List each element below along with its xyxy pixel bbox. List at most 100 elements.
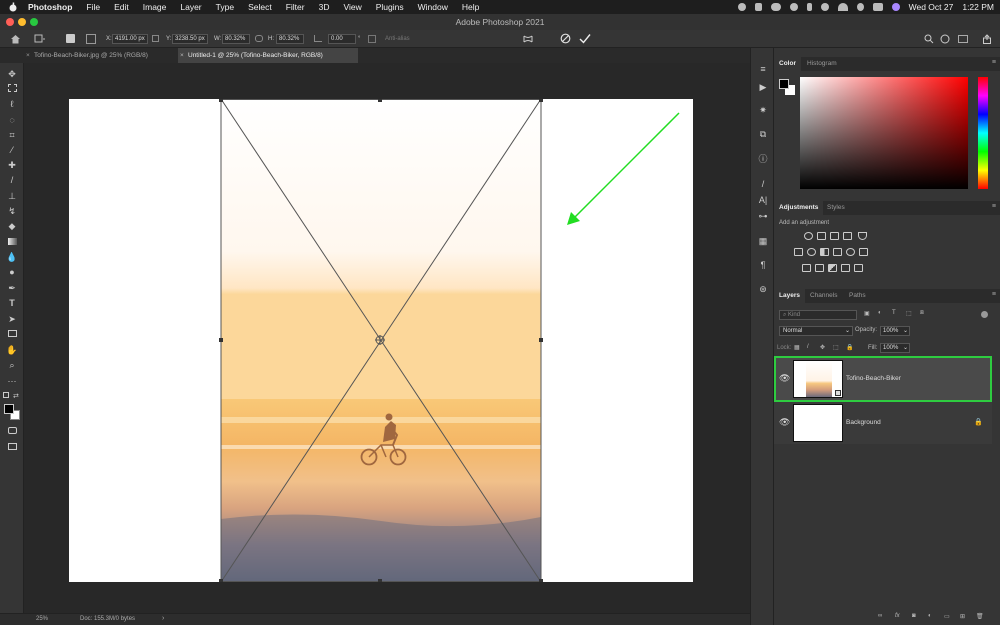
character-icon[interactable]: A| xyxy=(757,194,769,206)
new-layer-icon[interactable]: ⊞ xyxy=(960,613,965,620)
tab-layers[interactable]: Layers xyxy=(774,289,805,303)
properties-icon[interactable]: ≡ xyxy=(757,63,769,75)
lock-position-icon[interactable]: ✥ xyxy=(820,344,825,351)
move-tool-preset-icon[interactable] xyxy=(34,34,46,44)
curves-icon[interactable] xyxy=(830,232,839,240)
healing-brush-tool-icon[interactable]: ✚ xyxy=(6,160,18,171)
clock-icon[interactable] xyxy=(820,3,829,11)
lock-all-icon[interactable]: 🔒 xyxy=(846,344,853,351)
layer-mask-icon[interactable]: ◙ xyxy=(912,613,916,619)
black-white-icon[interactable] xyxy=(820,248,829,256)
more-tools-icon[interactable]: ··· xyxy=(6,376,18,387)
color-balance-icon[interactable] xyxy=(807,248,816,256)
tab-histogram[interactable]: Histogram xyxy=(802,57,842,71)
path-selection-tool-icon[interactable]: ➤ xyxy=(6,314,18,325)
hue-slider[interactable] xyxy=(978,77,988,189)
levels-icon[interactable] xyxy=(817,232,826,240)
menu-window[interactable]: Window xyxy=(418,2,448,12)
vibrance-icon[interactable] xyxy=(858,232,867,240)
warp-mode-icon[interactable] xyxy=(522,33,534,45)
filter-smart-object-icon[interactable]: ⧈ xyxy=(920,310,924,317)
zoom-level[interactable]: 25% xyxy=(36,616,48,622)
commit-transform-icon[interactable] xyxy=(579,33,591,44)
fill-field[interactable]: 100% ⌄ xyxy=(880,343,910,353)
object-selection-tool-icon[interactable]: ◌ xyxy=(6,115,18,126)
info-icon[interactable]: ⓘ xyxy=(757,153,769,165)
target-icon[interactable] xyxy=(789,3,798,11)
type-tool-icon[interactable]: T xyxy=(6,298,18,309)
y-position-field[interactable]: 3238.50 px xyxy=(172,34,208,44)
color-lookup-icon[interactable] xyxy=(859,248,868,256)
link-aspect-icon[interactable] xyxy=(255,35,263,42)
siri-icon[interactable] xyxy=(891,3,900,11)
link-layers-icon[interactable]: ∞ xyxy=(878,613,882,619)
lock-artboard-icon[interactable]: ⬚ xyxy=(833,344,839,351)
cloud-icon[interactable] xyxy=(770,3,781,11)
panel-menu-icon[interactable]: ≡ xyxy=(992,291,996,298)
layer-thumbnail[interactable] xyxy=(793,404,843,442)
default-colors-icon[interactable] xyxy=(3,392,9,398)
status-menu-arrow-icon[interactable]: › xyxy=(162,615,164,622)
panel-menu-icon[interactable]: ≡ xyxy=(992,59,996,66)
x-position-field[interactable]: 4191.00 px xyxy=(112,34,148,44)
pen-tool-icon[interactable]: ✒ xyxy=(6,283,18,294)
layer-row-background[interactable]: 👁 Background 🔒 xyxy=(774,402,992,444)
delete-layer-icon[interactable]: 🗑 xyxy=(976,613,984,620)
layer-filter-kind[interactable]: ⌕ Kind xyxy=(779,310,857,320)
menu-filter[interactable]: Filter xyxy=(286,2,305,12)
layer-name[interactable]: Background xyxy=(846,419,881,426)
wifi-icon[interactable] xyxy=(837,3,848,11)
reference-point-icon[interactable] xyxy=(86,34,96,44)
hand-tool-icon[interactable]: ✋ xyxy=(6,345,18,356)
search-icon[interactable] xyxy=(924,34,934,44)
filter-type-icon[interactable]: T xyxy=(892,310,896,316)
gradient-tool-icon[interactable] xyxy=(6,237,18,248)
layer-style-icon[interactable]: fx xyxy=(895,613,900,619)
blend-mode-select[interactable]: Normal ⌄ xyxy=(779,326,853,336)
posterize-icon[interactable] xyxy=(815,264,824,272)
tab-channels[interactable]: Channels xyxy=(805,289,842,303)
selective-color-icon[interactable] xyxy=(854,264,863,272)
color-field[interactable] xyxy=(800,77,968,189)
menu-image[interactable]: Image xyxy=(143,2,167,12)
screen-mode-icon[interactable] xyxy=(6,442,18,453)
new-group-icon[interactable]: ▭ xyxy=(944,613,950,620)
home-icon[interactable] xyxy=(10,34,21,44)
swap-colors-icon[interactable]: ⇄ xyxy=(13,392,19,400)
menu-select[interactable]: Select xyxy=(248,2,272,12)
workspace-icon[interactable] xyxy=(958,35,968,43)
exposure-icon[interactable] xyxy=(843,232,852,240)
brushes-icon[interactable]: / xyxy=(757,178,769,190)
interpolation-icon[interactable] xyxy=(368,35,376,43)
threshold-icon[interactable] xyxy=(828,264,837,272)
menu-file[interactable]: File xyxy=(86,2,100,12)
status-menu-icon[interactable] xyxy=(737,3,746,11)
crop-tool-icon[interactable]: ⌗ xyxy=(6,130,18,141)
menu-layer[interactable]: Layer xyxy=(180,2,201,12)
shield-icon[interactable] xyxy=(754,3,762,11)
blur-tool-icon[interactable]: 💧 xyxy=(6,252,18,263)
document-canvas[interactable] xyxy=(69,99,693,582)
actions-play-icon[interactable]: ▶ xyxy=(757,81,769,93)
menu-type[interactable]: Type xyxy=(216,2,234,12)
move-tool-icon[interactable]: ✥ xyxy=(6,69,18,80)
relative-position-icon[interactable] xyxy=(152,35,159,42)
cancel-transform-icon[interactable] xyxy=(560,33,571,44)
menu-help[interactable]: Help xyxy=(462,2,479,12)
history-icon[interactable]: ⧉ xyxy=(757,128,769,140)
zoom-tool-icon[interactable]: ⌕ xyxy=(6,360,18,371)
invert-icon[interactable] xyxy=(802,264,811,272)
minimize-window-button[interactable] xyxy=(18,18,26,26)
eraser-tool-icon[interactable]: ◆ xyxy=(6,221,18,232)
paragraph-icon[interactable]: ¶ xyxy=(757,259,769,271)
doc-size[interactable]: Doc: 155.3M/0 bytes xyxy=(80,616,135,622)
menu-app-photoshop[interactable]: Photoshop xyxy=(28,2,72,12)
tab-color[interactable]: Color xyxy=(774,57,801,71)
adjustment-layer-icon[interactable]: ◐ xyxy=(928,613,932,619)
height-field[interactable]: 80.32% xyxy=(276,34,304,44)
history-brush-tool-icon[interactable]: ↯ xyxy=(6,206,18,217)
menu-edit[interactable]: Edit xyxy=(114,2,129,12)
close-window-button[interactable] xyxy=(6,18,14,26)
foreground-color-swatch[interactable] xyxy=(4,404,14,414)
panel-menu-icon[interactable]: ≡ xyxy=(992,203,996,210)
